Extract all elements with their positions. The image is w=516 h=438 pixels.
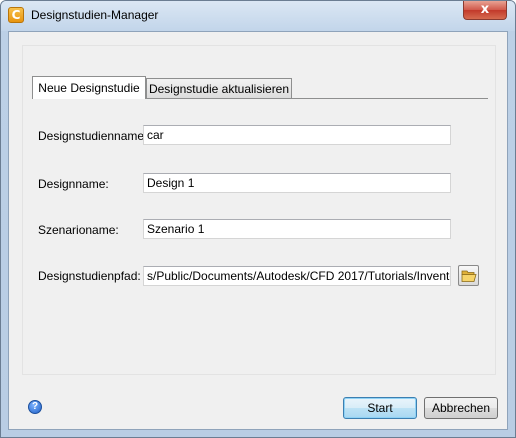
help-icon[interactable]: ?: [28, 400, 42, 414]
study-path-label: Designstudienpfad:: [38, 269, 141, 283]
design-name-label: Designname:: [38, 177, 109, 191]
study-name-label: Designstudienname:: [38, 129, 148, 143]
dialog-window: C Designstudien-Manager x Neue Designstu…: [0, 0, 516, 438]
help-glyph: ?: [31, 401, 39, 412]
study-name-input[interactable]: car: [143, 125, 451, 145]
close-icon: x: [480, 2, 490, 17]
scenario-name-input[interactable]: Szenario 1: [143, 219, 451, 239]
start-button[interactable]: Start: [343, 397, 417, 419]
title-bar[interactable]: C Designstudien-Manager x: [1, 1, 515, 31]
tab-strip-divider: [146, 98, 488, 99]
scenario-name-label: Szenarioname:: [38, 223, 119, 237]
app-icon-letter: C: [11, 8, 21, 22]
window-title: Designstudien-Manager: [31, 8, 159, 22]
cancel-button[interactable]: Abbrechen: [424, 397, 498, 419]
tab-update-design-study[interactable]: Designstudie aktualisieren: [146, 78, 292, 99]
design-name-input[interactable]: Design 1: [143, 173, 451, 193]
study-path-input[interactable]: s/Public/Documents/Autodesk/CFD 2017/Tut…: [143, 266, 451, 286]
browse-folder-button[interactable]: [458, 265, 479, 286]
close-button[interactable]: x: [463, 1, 507, 20]
cfd-app-icon: C: [8, 7, 24, 23]
dialog-client-area: Neue Designstudie Designstudie aktualisi…: [8, 31, 508, 430]
folder-open-icon: [461, 270, 477, 282]
tab-new-design-study[interactable]: Neue Designstudie: [32, 76, 146, 99]
